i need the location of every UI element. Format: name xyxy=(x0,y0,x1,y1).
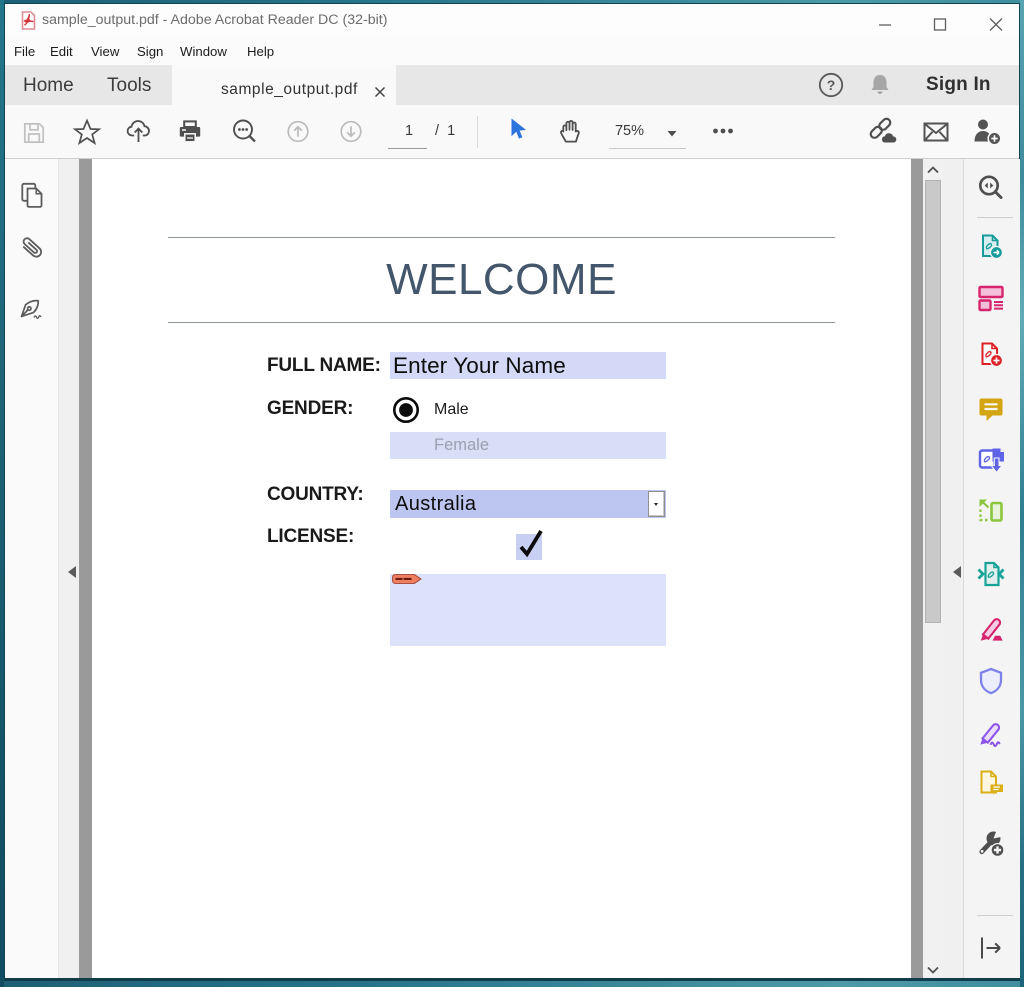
svg-text:?: ? xyxy=(827,77,836,93)
